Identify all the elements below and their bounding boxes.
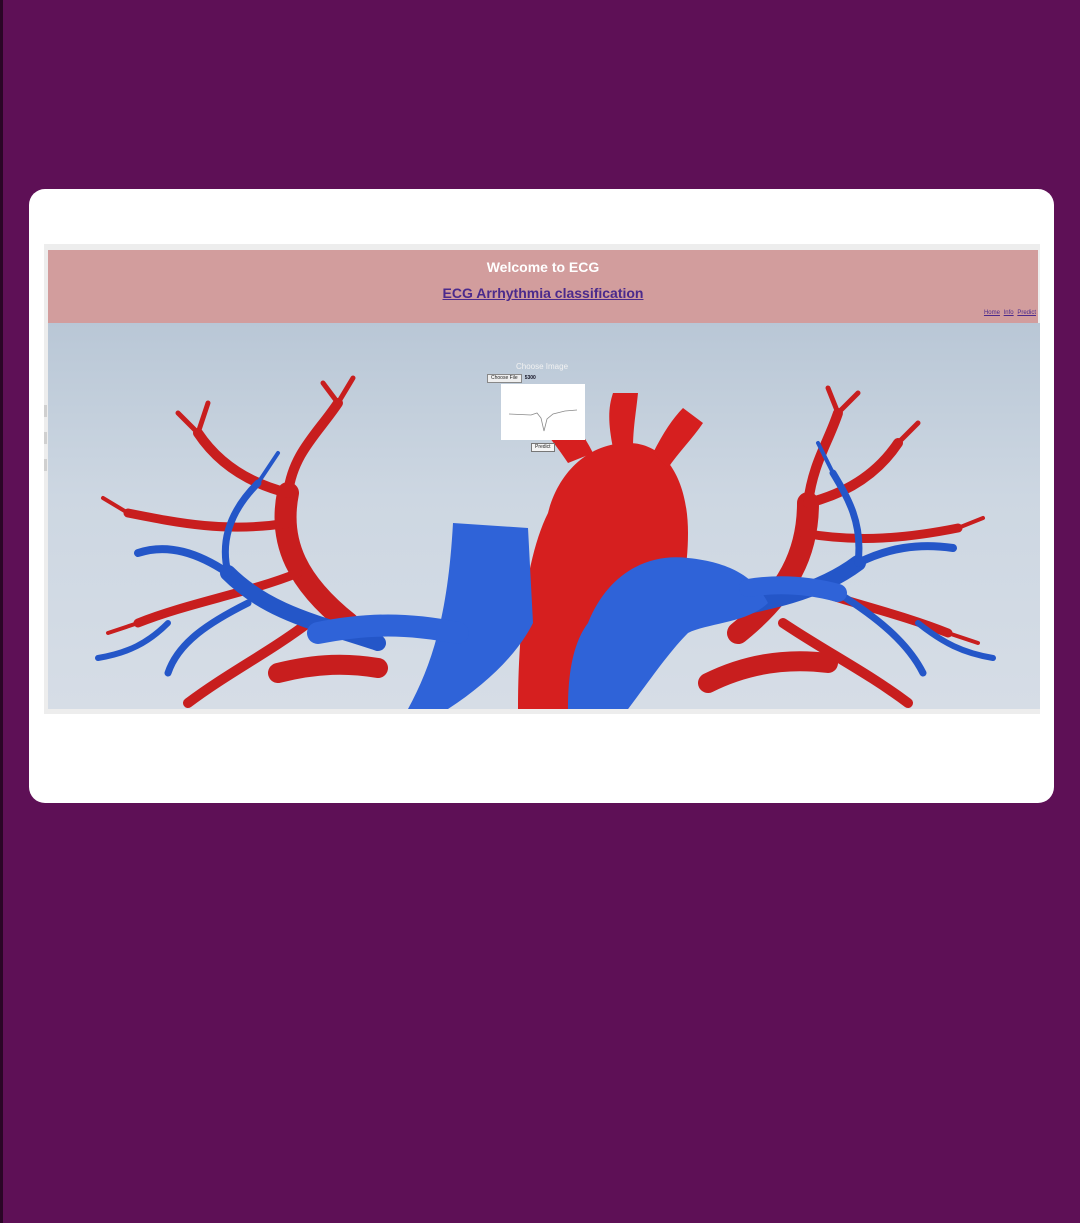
- ecg-preview-image: [501, 384, 585, 440]
- selected-file-name: 5300: [524, 375, 536, 381]
- window-edge: [0, 0, 3, 1223]
- ecg-waveform: [508, 409, 578, 432]
- welcome-heading: Welcome to ECG: [486, 259, 600, 275]
- title-link[interactable]: ECG Arrhythmia classification: [48, 285, 1038, 301]
- page-header: Welcome to ECG ECG Arrhythmia classifica…: [48, 250, 1038, 323]
- nav-info-link[interactable]: Info: [1004, 310, 1014, 316]
- file-input-row: Choose File 5300: [487, 373, 536, 383]
- nav-bar: Home Info Predict: [982, 310, 1036, 316]
- predict-button[interactable]: Predict: [531, 443, 555, 452]
- heart-background-image: [48, 323, 1040, 709]
- choose-image-label: Choose Image: [515, 362, 569, 371]
- nav-predict-link[interactable]: Predict: [1017, 310, 1036, 316]
- nav-home-link[interactable]: Home: [984, 310, 1000, 316]
- content-card: Welcome to ECG ECG Arrhythmia classifica…: [29, 189, 1054, 803]
- choose-file-button[interactable]: Choose File: [487, 373, 522, 383]
- heart-illustration: [95, 375, 996, 709]
